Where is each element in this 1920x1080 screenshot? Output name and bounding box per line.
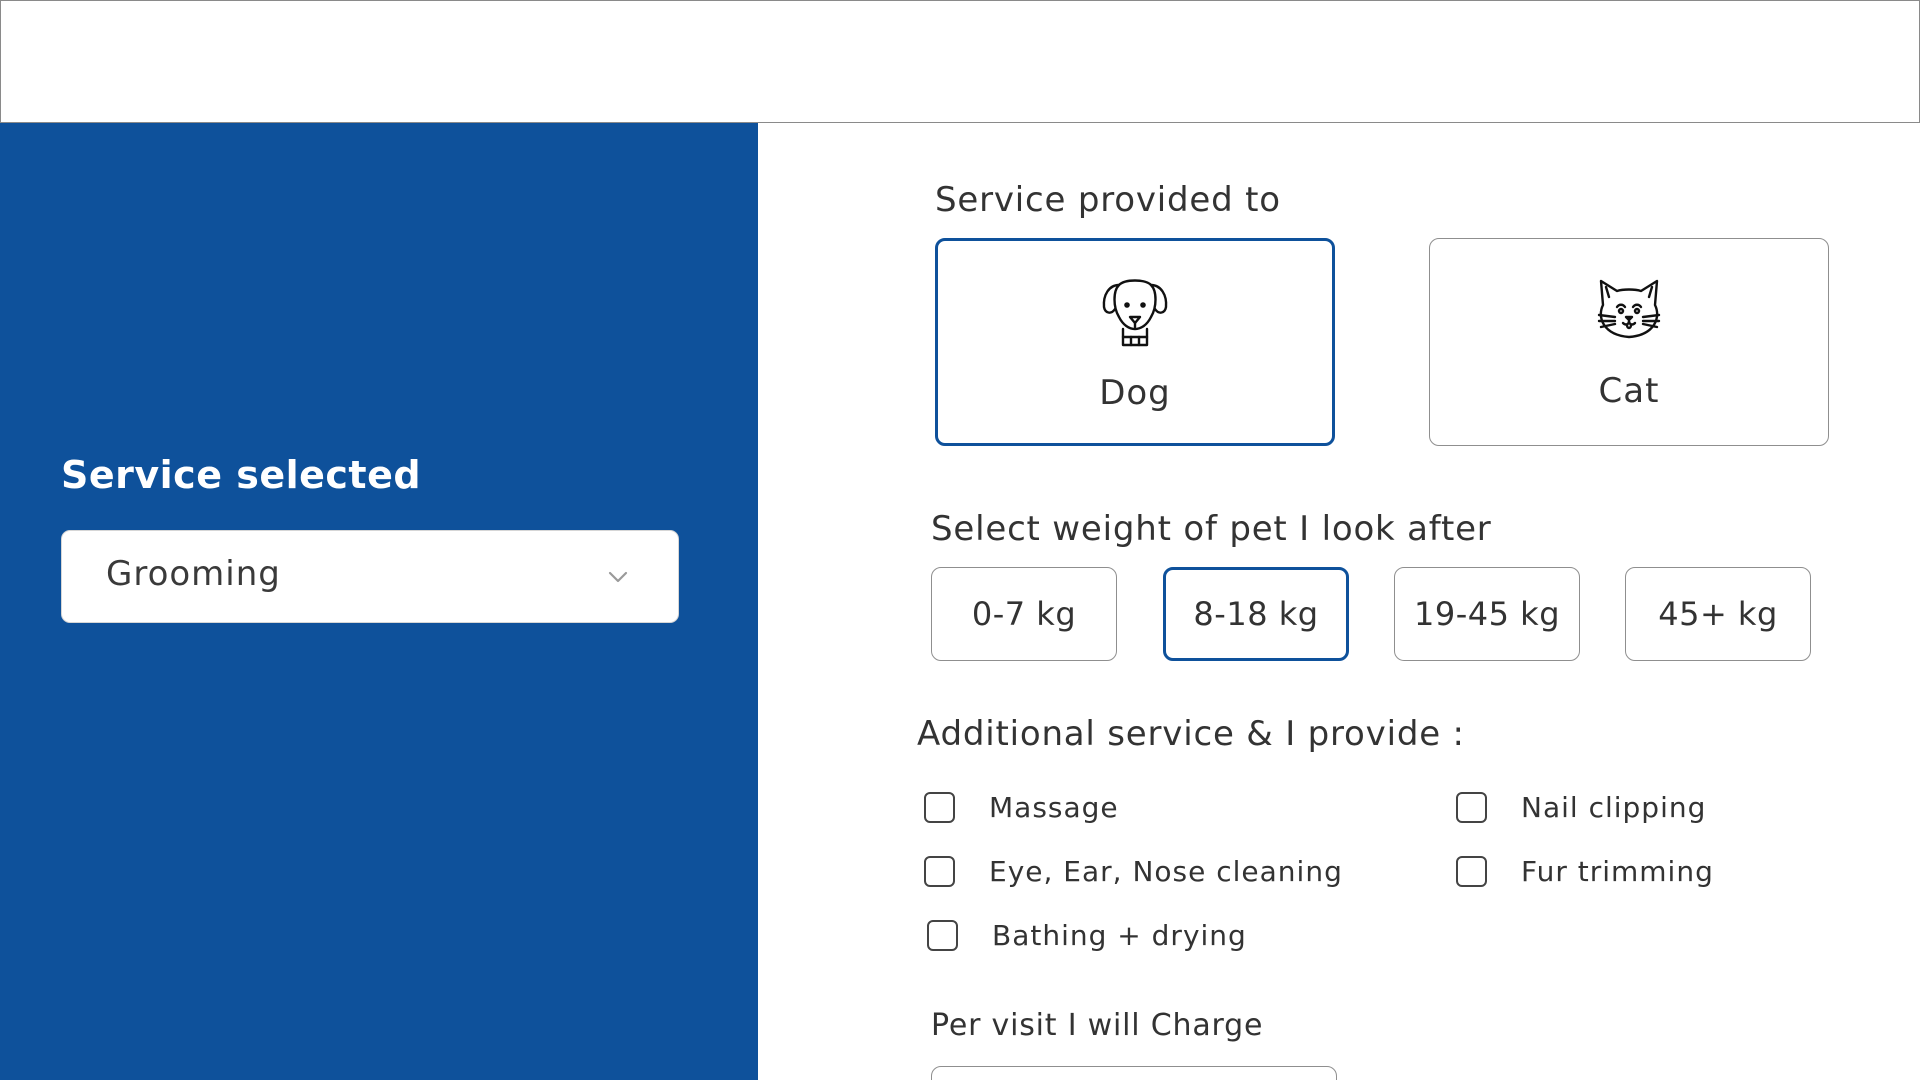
weight-option-0-7[interactable]: 0-7 kg: [931, 567, 1117, 661]
dog-icon: [1102, 279, 1168, 347]
pet-option-label: Dog: [1099, 373, 1171, 413]
pet-option-cat[interactable]: Cat: [1429, 238, 1829, 446]
weight-heading: Select weight of pet I look after: [931, 509, 1492, 549]
chevron-down-icon: [608, 571, 628, 583]
service-provided-heading: Service provided to: [935, 180, 1281, 220]
service-option-label: Massage: [989, 791, 1119, 824]
cat-icon: [1597, 279, 1661, 339]
service-option-label: Bathing + drying: [992, 919, 1247, 952]
service-select-value: Grooming: [106, 554, 281, 594]
service-option-massage[interactable]: Massage: [924, 791, 1119, 824]
weight-option-8-18[interactable]: 8-18 kg: [1163, 567, 1349, 661]
checkbox[interactable]: [924, 856, 955, 887]
service-selected-heading: Service selected: [61, 453, 422, 497]
pet-option-dog[interactable]: Dog: [935, 238, 1335, 446]
weight-option-45-plus[interactable]: 45+ kg: [1625, 567, 1811, 661]
service-option-label: Nail clipping: [1521, 791, 1707, 824]
checkbox[interactable]: [1456, 856, 1487, 887]
service-option-nail-clipping[interactable]: Nail clipping: [1456, 791, 1706, 824]
checkbox[interactable]: [924, 792, 955, 823]
additional-services-heading: Additional service & I provide :: [917, 714, 1465, 754]
top-header-bar: [0, 0, 1920, 123]
pet-option-label: Cat: [1598, 371, 1660, 411]
service-option-label: Fur trimming: [1521, 855, 1714, 888]
weight-option-19-45[interactable]: 19-45 kg: [1394, 567, 1580, 661]
service-option-label: Eye, Ear, Nose cleaning: [989, 855, 1343, 888]
service-option-eye-ear-nose-cleaning[interactable]: Eye, Ear, Nose cleaning: [924, 855, 1343, 888]
service-option-fur-trimming[interactable]: Fur trimming: [1456, 855, 1714, 888]
checkbox[interactable]: [927, 920, 958, 951]
service-select-dropdown[interactable]: Grooming: [61, 530, 679, 623]
sidebar: Service selected Grooming: [0, 123, 758, 1080]
checkbox[interactable]: [1456, 792, 1487, 823]
charge-heading: Per visit I will Charge: [931, 1008, 1264, 1043]
charge-input[interactable]: [931, 1066, 1337, 1080]
service-option-bathing-drying[interactable]: Bathing + drying: [927, 919, 1247, 952]
